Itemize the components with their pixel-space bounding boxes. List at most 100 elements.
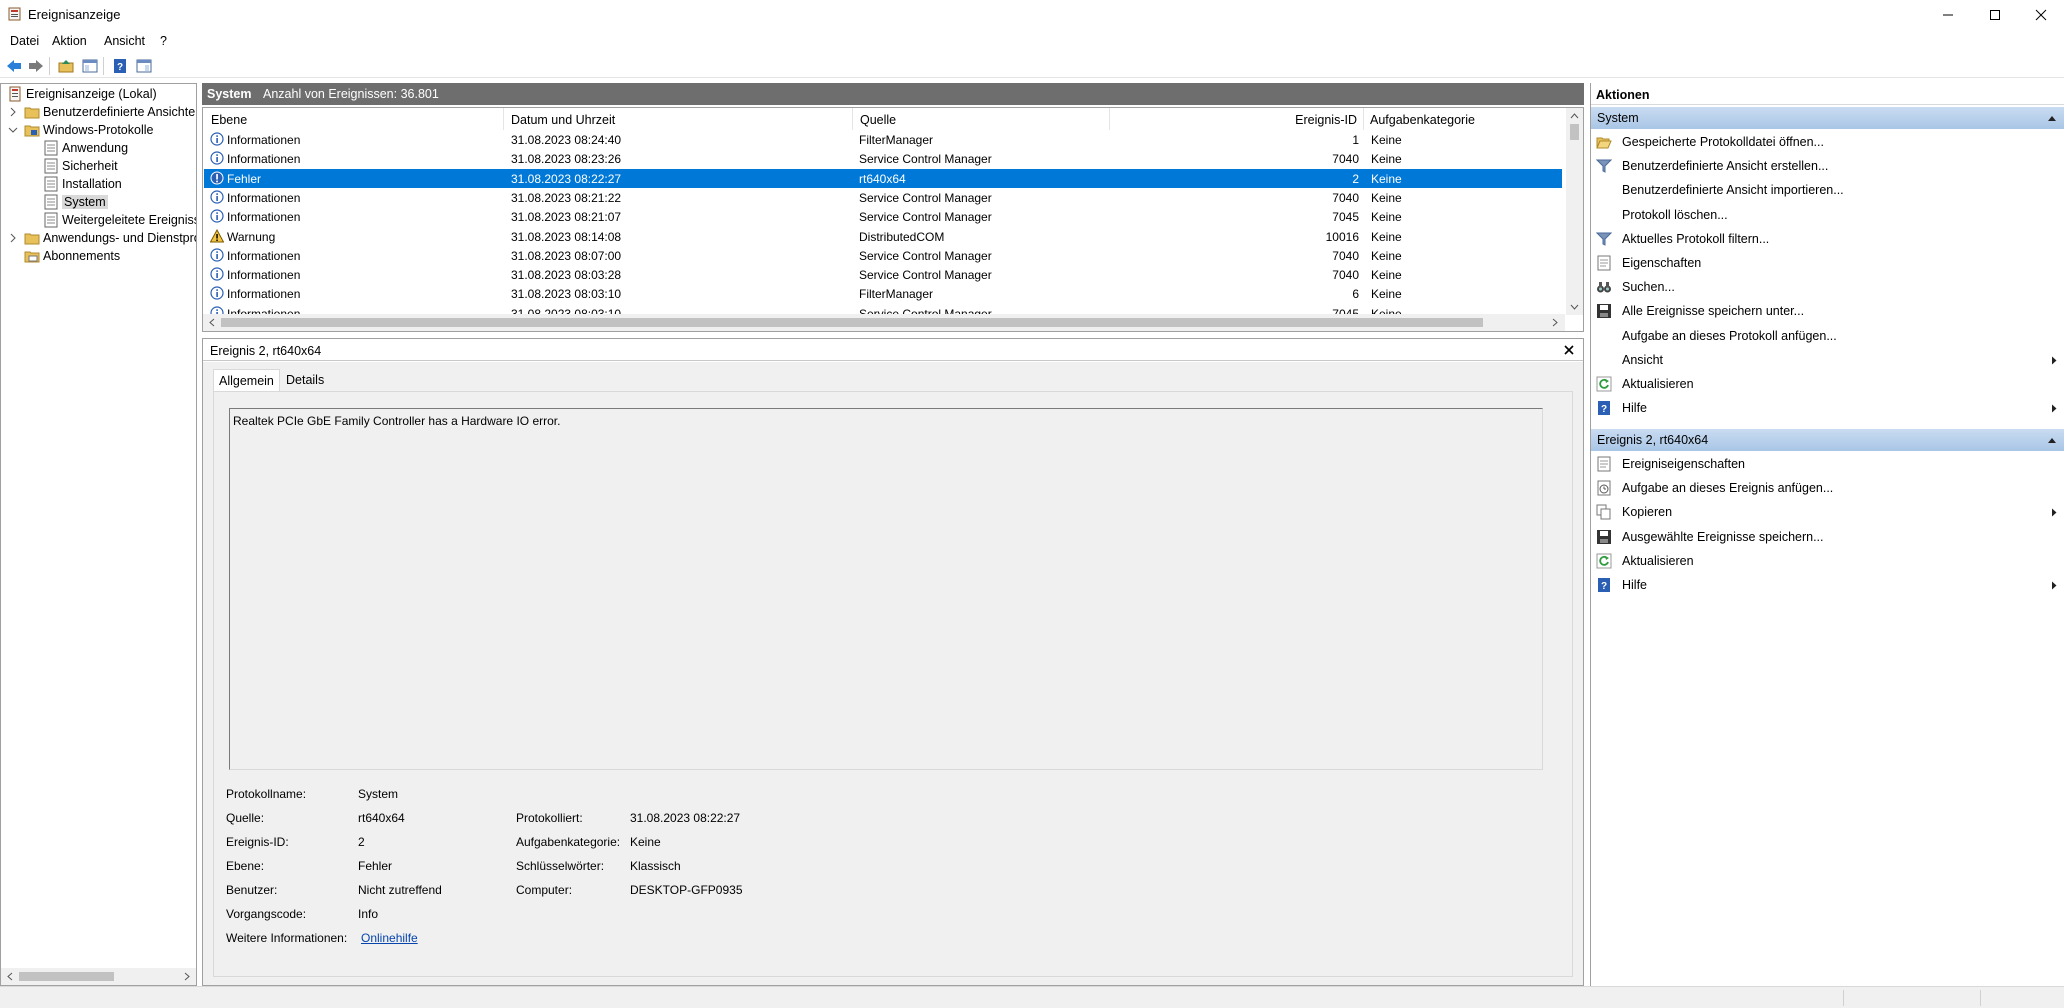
event-date: 31.08.2023 08:07:00 bbox=[511, 248, 622, 263]
show-hide-tree-button[interactable] bbox=[80, 56, 100, 76]
event-level: Informationen bbox=[227, 268, 301, 283]
tree-item-root[interactable]: Ereignisanzeige (Lokal) bbox=[7, 85, 157, 102]
column-aufgabenkategorie[interactable]: Aufgabenkategorie bbox=[1364, 108, 1564, 130]
action-aktualisieren[interactable]: Aktualisieren bbox=[1591, 550, 2064, 572]
chevron-right-icon[interactable] bbox=[8, 107, 18, 117]
event-row[interactable]: Informationen 31.08.2023 08:21:07 Service … bbox=[204, 207, 1562, 226]
action-gespeicherte-protokolldatei-öffnen[interactable]: Gespeicherte Protokolldatei öffnen... bbox=[1591, 131, 2064, 153]
column-datum[interactable]: Datum und Uhrzeit bbox=[504, 108, 853, 130]
folder-icon bbox=[24, 233, 40, 244]
menu-aktion[interactable]: Aktion bbox=[52, 34, 87, 48]
chevron-right-icon[interactable] bbox=[8, 233, 18, 243]
folder-icon bbox=[24, 107, 40, 118]
action-aktualisieren[interactable]: Aktualisieren bbox=[1591, 373, 2064, 395]
online-help-link[interactable]: Onlinehilfe bbox=[361, 931, 418, 945]
up-folder-button[interactable] bbox=[56, 56, 76, 76]
tree-item-installation[interactable]: Installation bbox=[43, 175, 122, 192]
action-hilfe[interactable]: ? Hilfe bbox=[1591, 574, 2064, 596]
properties-icon bbox=[1596, 456, 1612, 472]
action-label: Protokoll löschen... bbox=[1622, 207, 1728, 222]
action-ansicht[interactable]: Ansicht bbox=[1591, 349, 2064, 371]
action-suchen[interactable]: Suchen... bbox=[1591, 276, 2064, 298]
action-benutzerdefinierte-ansicht-erstellen[interactable]: Benutzerdefinierte Ansicht erstellen... bbox=[1591, 155, 2064, 177]
toolbar-separator bbox=[103, 57, 104, 75]
prop-label-source: Quelle: bbox=[226, 811, 265, 825]
event-source: FilterManager bbox=[859, 133, 934, 147]
tree-item-sicherheit[interactable]: Sicherheit bbox=[43, 157, 118, 174]
tree-item-app-services-logs[interactable]: Anwendungs- und Dienstprotokolle bbox=[24, 229, 196, 246]
tree-item-subscriptions[interactable]: Abonnements bbox=[24, 247, 120, 264]
prop-value-level: Fehler bbox=[358, 859, 393, 873]
list-scroll-thumb[interactable] bbox=[1570, 124, 1579, 140]
action-aufgabe-an-dieses-protokoll-anfügen[interactable]: Aufgabe an dieses Protokoll anfügen... bbox=[1591, 325, 2064, 347]
menu-ansicht[interactable]: Ansicht bbox=[104, 34, 145, 48]
tree-item-system[interactable]: System bbox=[43, 193, 108, 210]
column-quelle[interactable]: Quelle bbox=[853, 108, 1110, 130]
tree-scroll-thumb[interactable] bbox=[19, 972, 114, 981]
section-header-system[interactable]: System bbox=[1591, 107, 2064, 129]
event-row[interactable]: Fehler 31.08.2023 08:22:27 rt640x64 2 Keine bbox=[204, 168, 1562, 188]
tab-details[interactable]: Details bbox=[281, 369, 329, 391]
save-icon bbox=[1596, 529, 1612, 545]
action-protokoll-löschen[interactable]: Protokoll löschen... bbox=[1591, 204, 2064, 226]
event-description[interactable]: Realtek PCIe GbE Family Controller has a… bbox=[229, 408, 1543, 770]
tree-label: Ereignisanzeige (Lokal) bbox=[26, 86, 157, 101]
action-hilfe[interactable]: ? Hilfe bbox=[1591, 397, 2064, 419]
show-hide-actions-button[interactable] bbox=[134, 56, 154, 76]
tree-item-custom-views[interactable]: Benutzerdefinierte Ansichten bbox=[24, 103, 196, 120]
event-row[interactable]: Informationen 31.08.2023 08:24:40 FilterMa… bbox=[204, 130, 1562, 149]
help-button[interactable]: ? bbox=[110, 56, 130, 76]
action-aktuelles-protokoll-filtern[interactable]: Aktuelles Protokoll filtern... bbox=[1591, 228, 2064, 250]
column-ereignis-id[interactable]: Ereignis-ID bbox=[1110, 108, 1364, 130]
action-label: Hilfe bbox=[1622, 401, 1648, 416]
copy-icon bbox=[1596, 504, 1612, 520]
event-list-horizontal-scrollbar[interactable] bbox=[203, 314, 1565, 331]
action-label: Benutzerdefinierte Ansicht erstellen... bbox=[1622, 159, 1829, 174]
action-ereigniseigenschaften[interactable]: Ereigniseigenschaften bbox=[1591, 453, 2064, 475]
section-header-event[interactable]: Ereignis 2, rt640x64 bbox=[1591, 429, 2064, 451]
action-alle-ereignisse-speichern-unter[interactable]: Alle Ereignisse speichern unter... bbox=[1591, 300, 2064, 322]
tree-item-windows-logs[interactable]: Windows-Protokolle bbox=[24, 121, 153, 138]
open-folder-icon bbox=[1596, 134, 1612, 150]
status-separator bbox=[1980, 990, 1981, 1006]
detail-close-button[interactable] bbox=[1561, 342, 1577, 358]
event-row[interactable]: Informationen 31.08.2023 08:03:28 Service … bbox=[204, 265, 1562, 284]
menu-datei[interactable]: Datei bbox=[10, 34, 39, 48]
event-id: 7040 bbox=[1332, 190, 1359, 205]
event-row[interactable]: Warnung 31.08.2023 08:14:08 DistributedCOM… bbox=[204, 227, 1562, 246]
action-aufgabe-an-dieses-ereignis-anfügen[interactable]: Aufgabe an dieses Ereignis anfügen... bbox=[1591, 477, 2064, 499]
tree-item-anwendung[interactable]: Anwendung bbox=[43, 139, 128, 156]
scroll-right-icon bbox=[184, 972, 190, 981]
list-hscroll-thumb[interactable] bbox=[221, 318, 1483, 327]
scroll-left-icon bbox=[7, 972, 13, 981]
action-eigenschaften[interactable]: Eigenschaften bbox=[1591, 252, 2064, 274]
minimize-button[interactable] bbox=[1925, 0, 1971, 29]
maximize-button[interactable] bbox=[1972, 0, 2018, 29]
log-icon bbox=[44, 194, 58, 209]
tab-allgemein[interactable]: Allgemein bbox=[213, 369, 280, 392]
action-ausgewählte-ereignisse-speichern[interactable]: Ausgewählte Ereignisse speichern... bbox=[1591, 526, 2064, 548]
action-kopieren[interactable]: Kopieren bbox=[1591, 501, 2064, 523]
close-button[interactable] bbox=[2018, 0, 2064, 29]
tree-item-forwarded-events[interactable]: Weitergeleitete Ereignisse bbox=[43, 211, 196, 228]
action-label: Aufgabe an dieses Ereignis anfügen... bbox=[1622, 481, 1834, 496]
action-label: Ausgewählte Ereignisse speichern... bbox=[1622, 529, 1824, 544]
info-icon bbox=[210, 132, 224, 146]
event-id: 10016 bbox=[1325, 229, 1359, 244]
svg-text:?: ? bbox=[1601, 581, 1607, 592]
event-row[interactable]: Informationen 31.08.2023 08:03:10 FilterMa… bbox=[204, 284, 1562, 303]
column-ebene[interactable]: Ebene bbox=[204, 108, 504, 130]
event-row[interactable]: Informationen 31.08.2023 08:21:22 Service … bbox=[204, 188, 1562, 207]
back-button[interactable] bbox=[4, 56, 24, 76]
event-list-vertical-scrollbar[interactable] bbox=[1566, 108, 1583, 315]
event-row[interactable]: Informationen 31.08.2023 08:07:00 Service … bbox=[204, 246, 1562, 265]
event-date: 31.08.2023 08:23:26 bbox=[511, 152, 622, 167]
event-row[interactable]: Informationen 31.08.2023 08:23:26 Service … bbox=[204, 149, 1562, 168]
forward-button[interactable] bbox=[26, 56, 46, 76]
chevron-down-icon[interactable] bbox=[8, 125, 18, 135]
tree-horizontal-scrollbar[interactable] bbox=[1, 968, 196, 985]
action-label: Aufgabe an dieses Protokoll anfügen... bbox=[1622, 328, 1837, 343]
menu-help[interactable]: ? bbox=[160, 34, 167, 48]
event-category: Keine bbox=[1371, 268, 1402, 283]
action-benutzerdefinierte-ansicht-importieren[interactable]: Benutzerdefinierte Ansicht importieren..… bbox=[1591, 179, 2064, 201]
